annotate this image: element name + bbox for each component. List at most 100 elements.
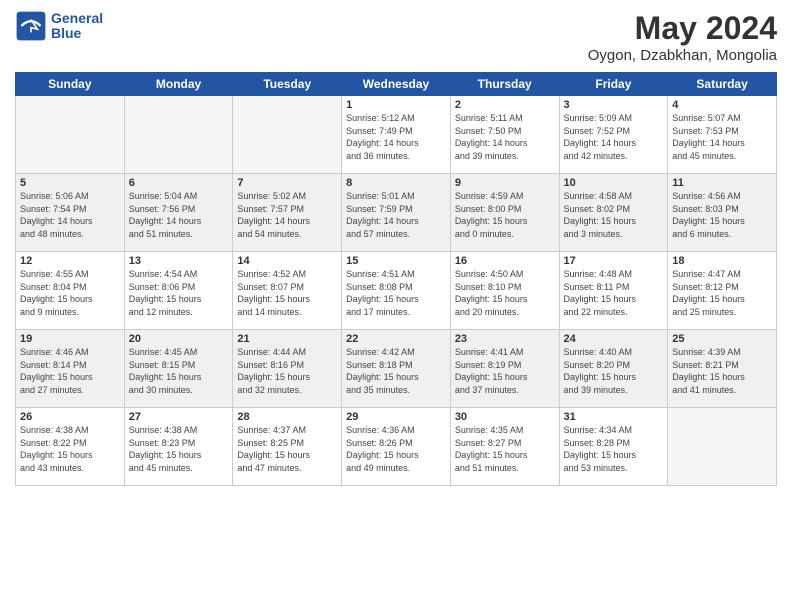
day-number: 12 bbox=[20, 255, 120, 267]
day-info: Sunrise: 4:37 AM Sunset: 8:25 PM Dayligh… bbox=[237, 424, 337, 474]
day-info: Sunrise: 4:44 AM Sunset: 8:16 PM Dayligh… bbox=[237, 346, 337, 396]
day-number: 23 bbox=[455, 333, 555, 345]
day-number: 25 bbox=[672, 333, 772, 345]
calendar-day-cell: 21Sunrise: 4:44 AM Sunset: 8:16 PM Dayli… bbox=[233, 330, 342, 408]
day-info: Sunrise: 4:48 AM Sunset: 8:11 PM Dayligh… bbox=[564, 268, 664, 318]
day-number: 11 bbox=[672, 177, 772, 189]
day-info: Sunrise: 4:47 AM Sunset: 8:12 PM Dayligh… bbox=[672, 268, 772, 318]
calendar-day-cell: 5Sunrise: 5:06 AM Sunset: 7:54 PM Daylig… bbox=[16, 174, 125, 252]
day-number: 5 bbox=[20, 177, 120, 189]
day-number: 21 bbox=[237, 333, 337, 345]
calendar-week-row: 5Sunrise: 5:06 AM Sunset: 7:54 PM Daylig… bbox=[16, 174, 777, 252]
day-info: Sunrise: 5:12 AM Sunset: 7:49 PM Dayligh… bbox=[346, 112, 446, 162]
day-number: 6 bbox=[129, 177, 229, 189]
calendar-day-cell: 18Sunrise: 4:47 AM Sunset: 8:12 PM Dayli… bbox=[668, 252, 777, 330]
logo-text: General Blue bbox=[51, 11, 103, 42]
day-number: 24 bbox=[564, 333, 664, 345]
day-info: Sunrise: 5:06 AM Sunset: 7:54 PM Dayligh… bbox=[20, 190, 120, 240]
day-number: 10 bbox=[564, 177, 664, 189]
day-info: Sunrise: 4:56 AM Sunset: 8:03 PM Dayligh… bbox=[672, 190, 772, 240]
calendar-day-cell: 11Sunrise: 4:56 AM Sunset: 8:03 PM Dayli… bbox=[668, 174, 777, 252]
day-number: 31 bbox=[564, 411, 664, 423]
calendar-day-cell: 14Sunrise: 4:52 AM Sunset: 8:07 PM Dayli… bbox=[233, 252, 342, 330]
calendar-day-cell: 25Sunrise: 4:39 AM Sunset: 8:21 PM Dayli… bbox=[668, 330, 777, 408]
day-number: 19 bbox=[20, 333, 120, 345]
calendar-header-row: SundayMondayTuesdayWednesdayThursdayFrid… bbox=[16, 73, 777, 96]
calendar-day-cell: 4Sunrise: 5:07 AM Sunset: 7:53 PM Daylig… bbox=[668, 96, 777, 174]
day-info: Sunrise: 4:41 AM Sunset: 8:19 PM Dayligh… bbox=[455, 346, 555, 396]
day-info: Sunrise: 4:51 AM Sunset: 8:08 PM Dayligh… bbox=[346, 268, 446, 318]
calendar-day-cell: 27Sunrise: 4:38 AM Sunset: 8:23 PM Dayli… bbox=[124, 408, 233, 486]
calendar-day-cell: 1Sunrise: 5:12 AM Sunset: 7:49 PM Daylig… bbox=[342, 96, 451, 174]
calendar-day-cell: 7Sunrise: 5:02 AM Sunset: 7:57 PM Daylig… bbox=[233, 174, 342, 252]
calendar-header-cell: Friday bbox=[559, 73, 668, 96]
calendar-day-cell: 29Sunrise: 4:36 AM Sunset: 8:26 PM Dayli… bbox=[342, 408, 451, 486]
calendar-week-row: 1Sunrise: 5:12 AM Sunset: 7:49 PM Daylig… bbox=[16, 96, 777, 174]
calendar-day-cell bbox=[124, 96, 233, 174]
day-info: Sunrise: 4:38 AM Sunset: 8:23 PM Dayligh… bbox=[129, 424, 229, 474]
day-number: 13 bbox=[129, 255, 229, 267]
day-info: Sunrise: 4:39 AM Sunset: 8:21 PM Dayligh… bbox=[672, 346, 772, 396]
day-number: 3 bbox=[564, 99, 664, 111]
calendar-header-cell: Saturday bbox=[668, 73, 777, 96]
calendar-header-cell: Monday bbox=[124, 73, 233, 96]
calendar-day-cell: 3Sunrise: 5:09 AM Sunset: 7:52 PM Daylig… bbox=[559, 96, 668, 174]
day-number: 8 bbox=[346, 177, 446, 189]
calendar-day-cell: 17Sunrise: 4:48 AM Sunset: 8:11 PM Dayli… bbox=[559, 252, 668, 330]
day-number: 7 bbox=[237, 177, 337, 189]
calendar-day-cell: 24Sunrise: 4:40 AM Sunset: 8:20 PM Dayli… bbox=[559, 330, 668, 408]
calendar-day-cell: 31Sunrise: 4:34 AM Sunset: 8:28 PM Dayli… bbox=[559, 408, 668, 486]
day-number: 1 bbox=[346, 99, 446, 111]
calendar-day-cell: 12Sunrise: 4:55 AM Sunset: 8:04 PM Dayli… bbox=[16, 252, 125, 330]
subtitle: Oygon, Dzabkhan, Mongolia bbox=[588, 47, 777, 64]
calendar-day-cell: 10Sunrise: 4:58 AM Sunset: 8:02 PM Dayli… bbox=[559, 174, 668, 252]
day-info: Sunrise: 4:59 AM Sunset: 8:00 PM Dayligh… bbox=[455, 190, 555, 240]
calendar-day-cell: 20Sunrise: 4:45 AM Sunset: 8:15 PM Dayli… bbox=[124, 330, 233, 408]
calendar-day-cell bbox=[668, 408, 777, 486]
day-info: Sunrise: 5:01 AM Sunset: 7:59 PM Dayligh… bbox=[346, 190, 446, 240]
header: General Blue May 2024 Oygon, Dzabkhan, M… bbox=[15, 10, 777, 64]
calendar-day-cell: 22Sunrise: 4:42 AM Sunset: 8:18 PM Dayli… bbox=[342, 330, 451, 408]
page: General Blue May 2024 Oygon, Dzabkhan, M… bbox=[0, 0, 792, 612]
day-info: Sunrise: 5:02 AM Sunset: 7:57 PM Dayligh… bbox=[237, 190, 337, 240]
day-number: 2 bbox=[455, 99, 555, 111]
day-info: Sunrise: 4:52 AM Sunset: 8:07 PM Dayligh… bbox=[237, 268, 337, 318]
day-number: 4 bbox=[672, 99, 772, 111]
calendar-header-cell: Sunday bbox=[16, 73, 125, 96]
day-info: Sunrise: 4:46 AM Sunset: 8:14 PM Dayligh… bbox=[20, 346, 120, 396]
calendar-day-cell: 8Sunrise: 5:01 AM Sunset: 7:59 PM Daylig… bbox=[342, 174, 451, 252]
calendar-day-cell: 23Sunrise: 4:41 AM Sunset: 8:19 PM Dayli… bbox=[450, 330, 559, 408]
calendar-day-cell: 28Sunrise: 4:37 AM Sunset: 8:25 PM Dayli… bbox=[233, 408, 342, 486]
day-info: Sunrise: 4:40 AM Sunset: 8:20 PM Dayligh… bbox=[564, 346, 664, 396]
day-info: Sunrise: 5:11 AM Sunset: 7:50 PM Dayligh… bbox=[455, 112, 555, 162]
day-number: 18 bbox=[672, 255, 772, 267]
main-title: May 2024 bbox=[588, 10, 777, 47]
calendar-day-cell: 30Sunrise: 4:35 AM Sunset: 8:27 PM Dayli… bbox=[450, 408, 559, 486]
calendar-day-cell bbox=[16, 96, 125, 174]
day-info: Sunrise: 4:45 AM Sunset: 8:15 PM Dayligh… bbox=[129, 346, 229, 396]
day-number: 28 bbox=[237, 411, 337, 423]
calendar-day-cell bbox=[233, 96, 342, 174]
day-info: Sunrise: 4:50 AM Sunset: 8:10 PM Dayligh… bbox=[455, 268, 555, 318]
calendar-day-cell: 2Sunrise: 5:11 AM Sunset: 7:50 PM Daylig… bbox=[450, 96, 559, 174]
day-info: Sunrise: 4:34 AM Sunset: 8:28 PM Dayligh… bbox=[564, 424, 664, 474]
day-number: 15 bbox=[346, 255, 446, 267]
calendar-day-cell: 19Sunrise: 4:46 AM Sunset: 8:14 PM Dayli… bbox=[16, 330, 125, 408]
day-number: 9 bbox=[455, 177, 555, 189]
calendar-day-cell: 16Sunrise: 4:50 AM Sunset: 8:10 PM Dayli… bbox=[450, 252, 559, 330]
calendar-day-cell: 6Sunrise: 5:04 AM Sunset: 7:56 PM Daylig… bbox=[124, 174, 233, 252]
calendar-header-cell: Tuesday bbox=[233, 73, 342, 96]
day-info: Sunrise: 4:38 AM Sunset: 8:22 PM Dayligh… bbox=[20, 424, 120, 474]
day-info: Sunrise: 5:09 AM Sunset: 7:52 PM Dayligh… bbox=[564, 112, 664, 162]
calendar-week-row: 26Sunrise: 4:38 AM Sunset: 8:22 PM Dayli… bbox=[16, 408, 777, 486]
day-info: Sunrise: 4:36 AM Sunset: 8:26 PM Dayligh… bbox=[346, 424, 446, 474]
calendar-week-row: 12Sunrise: 4:55 AM Sunset: 8:04 PM Dayli… bbox=[16, 252, 777, 330]
day-info: Sunrise: 5:04 AM Sunset: 7:56 PM Dayligh… bbox=[129, 190, 229, 240]
day-number: 27 bbox=[129, 411, 229, 423]
calendar-header-cell: Wednesday bbox=[342, 73, 451, 96]
day-number: 29 bbox=[346, 411, 446, 423]
calendar-day-cell: 9Sunrise: 4:59 AM Sunset: 8:00 PM Daylig… bbox=[450, 174, 559, 252]
logo: General Blue bbox=[15, 10, 103, 42]
day-info: Sunrise: 4:55 AM Sunset: 8:04 PM Dayligh… bbox=[20, 268, 120, 318]
calendar-body: 1Sunrise: 5:12 AM Sunset: 7:49 PM Daylig… bbox=[16, 96, 777, 486]
